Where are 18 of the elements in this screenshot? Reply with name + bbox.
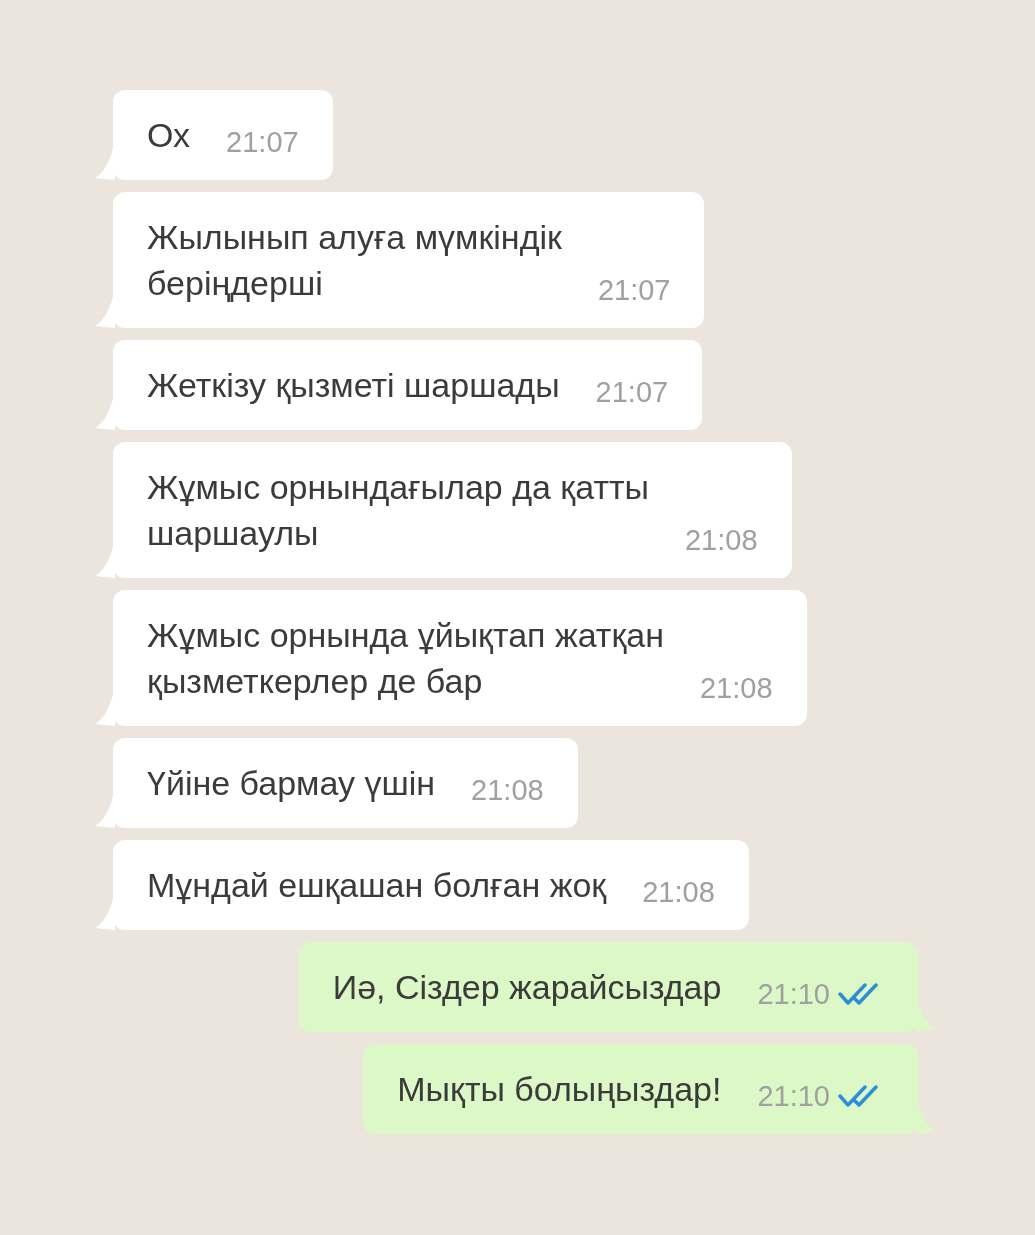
message-time: 21:10 [757,977,830,1012]
message-text: Мұндай ешқашан болған жоқ [147,865,607,906]
message-text: Үйіне бармау үшін [147,763,436,804]
message-time: 21:07 [597,273,671,308]
message-text: Жеткізу қызметі шаршады [147,365,560,406]
message-text: Жұмыс орнында ұйықтап жатқан қызметкерлер де бар [147,615,664,702]
message-text: Жұмыс орнындағылар да қатты шаршаулы [147,467,649,554]
message-text: Жылынып алуға мүмкіндік беріңдерші [147,217,562,304]
message-time: 21:07 [226,125,299,160]
message-time: 21:08 [471,773,544,808]
message-time: 21:08 [684,523,758,558]
message-time: 21:07 [595,375,669,410]
message-time: 21:08 [642,875,715,910]
message-text: Мықты болыңыздар! [397,1069,722,1110]
message-time: 21:08 [699,671,773,706]
message-time: 21:10 [757,1079,830,1114]
message-text: Ох [147,115,191,156]
message-text: Иә, Сіздер жарайсыздар [332,967,722,1008]
